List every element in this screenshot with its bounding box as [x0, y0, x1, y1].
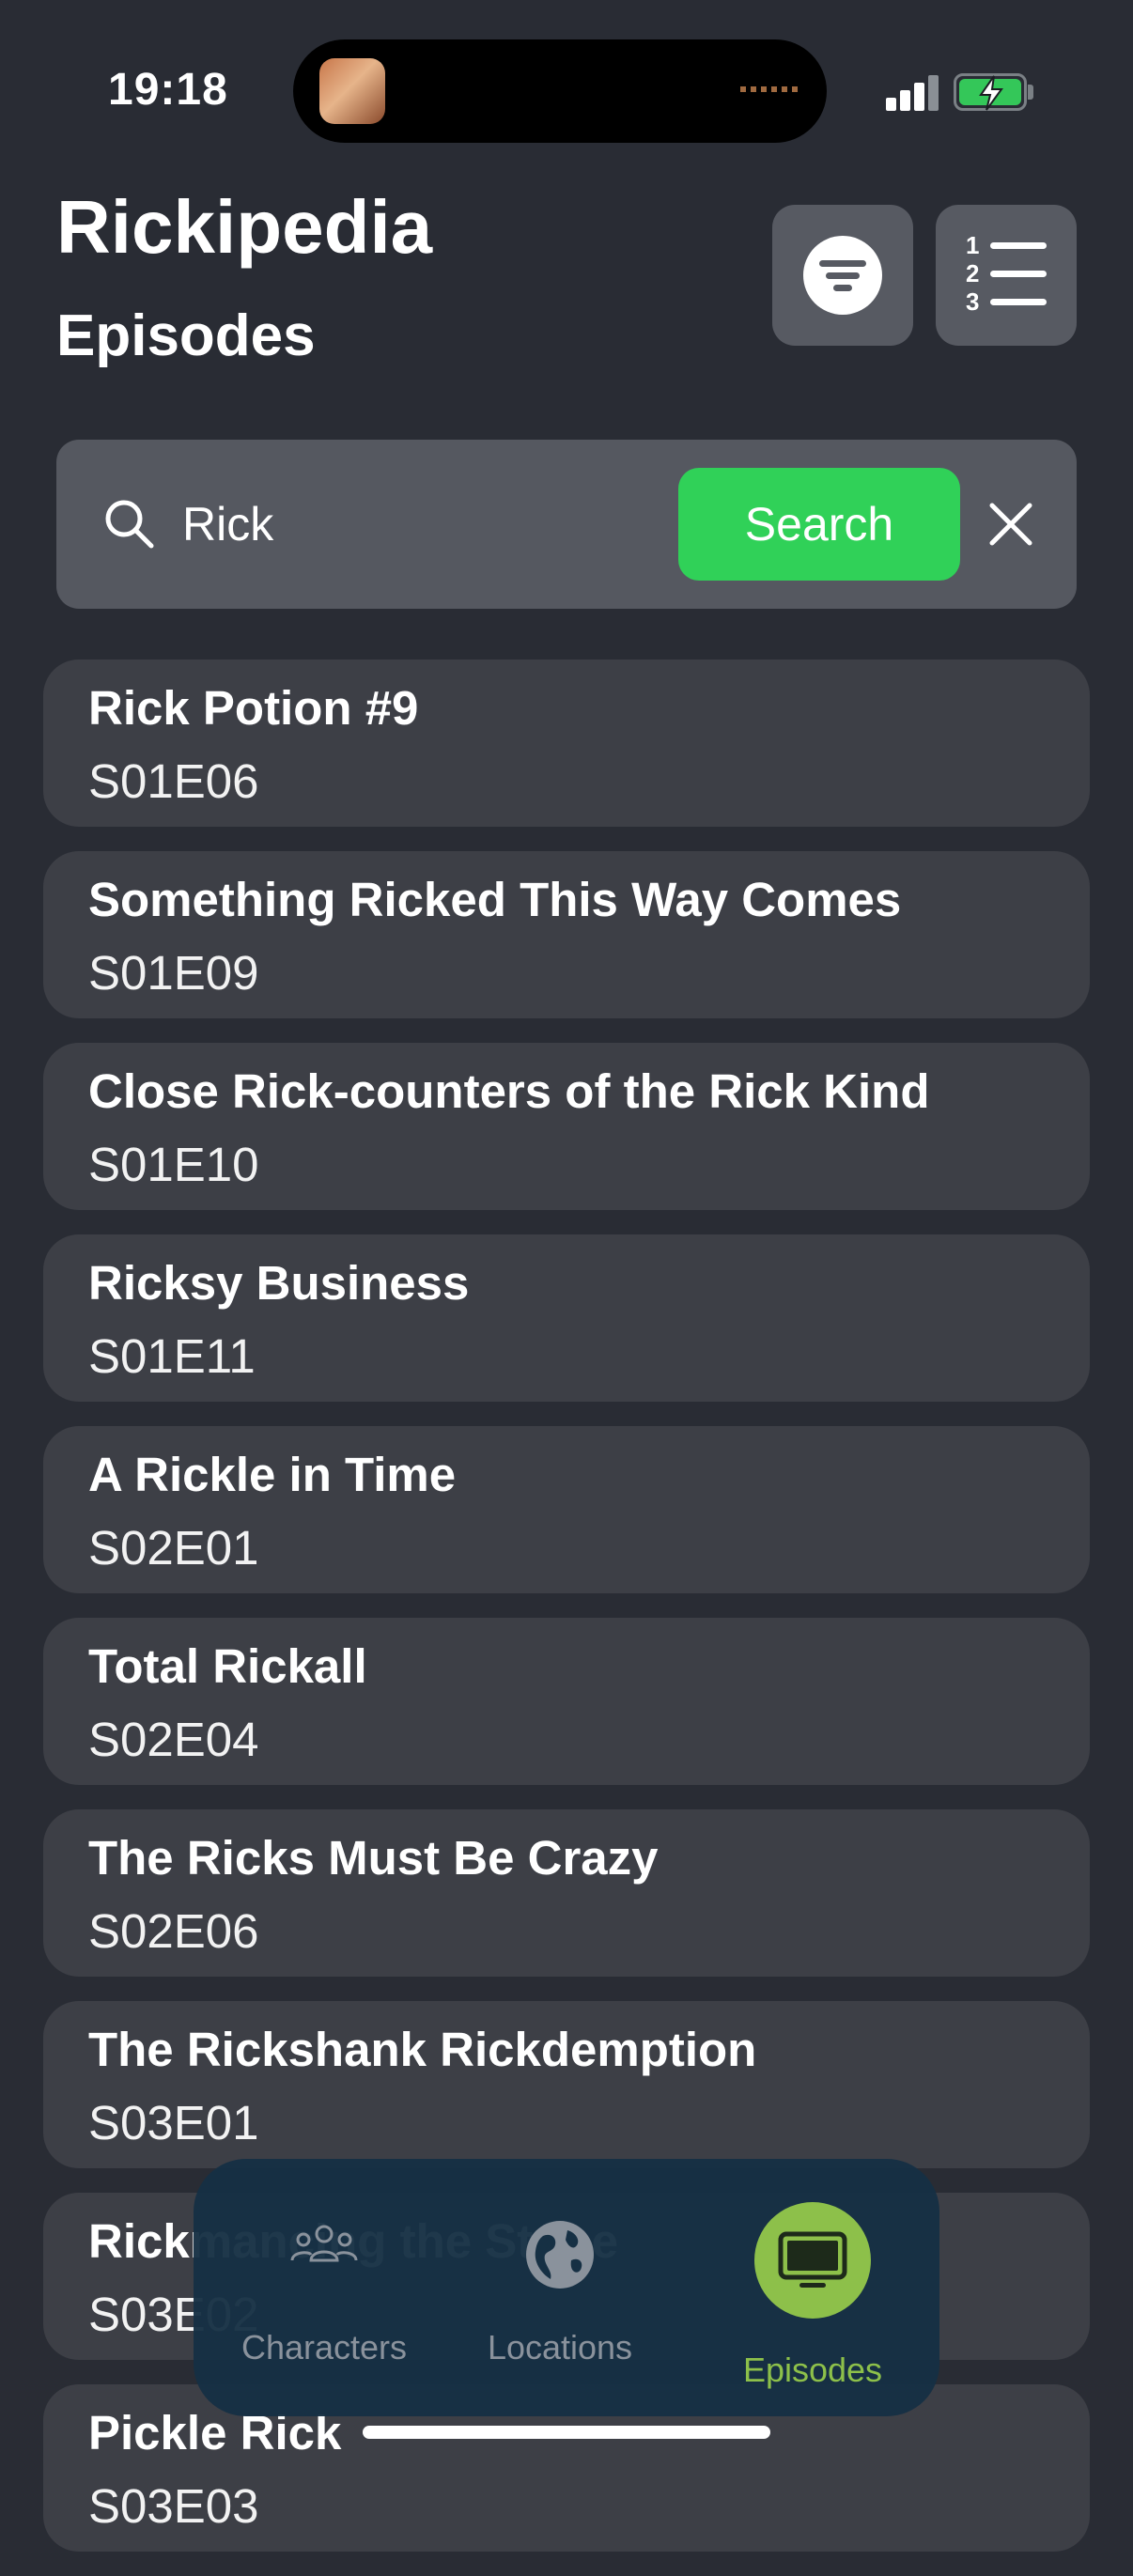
- episode-code: S01E10: [88, 1138, 259, 1191]
- episode-row[interactable]: Rick Potion #9 S01E06: [43, 660, 1090, 827]
- episode-code: S02E01: [88, 1521, 259, 1575]
- search-bar: Search: [56, 440, 1077, 609]
- filter-icon: [803, 236, 882, 315]
- island-activity-indicator: [740, 86, 799, 92]
- tab-characters-label: Characters: [241, 2328, 408, 2367]
- episode-row[interactable]: The Ricks Must Be Crazy S02E06: [43, 1809, 1090, 1977]
- battery-cap: [1028, 85, 1033, 100]
- numbered-list-icon: 1 2 3: [966, 231, 1047, 316]
- tab-locations[interactable]: Locations: [475, 2159, 644, 2416]
- filter-button[interactable]: [772, 205, 913, 346]
- app-title: Rickipedia: [56, 185, 433, 269]
- episode-name: A Rickle in Time: [88, 1448, 457, 1501]
- episode-name: Close Rick-counters of the Rick Kind: [88, 1064, 930, 1118]
- tab-locations-label: Locations: [487, 2328, 633, 2367]
- page-title: Episodes: [56, 303, 316, 368]
- episode-row[interactable]: Something Ricked This Way Comes S01E09: [43, 851, 1090, 1018]
- tab-episodes[interactable]: Episodes: [706, 2159, 919, 2416]
- episode-row[interactable]: Close Rick-counters of the Rick Kind S01…: [43, 1043, 1090, 1210]
- now-playing-thumbnail[interactable]: [319, 58, 385, 124]
- episode-name: Rick Potion #9: [88, 681, 419, 735]
- tab-episodes-label: Episodes: [742, 2351, 883, 2389]
- clear-search-icon[interactable]: [985, 498, 1037, 551]
- tv-icon: [778, 2231, 847, 2288]
- signal-icon: [886, 75, 940, 111]
- svg-text:2: 2: [966, 259, 979, 287]
- episode-name: The Ricks Must Be Crazy: [88, 1831, 659, 1885]
- active-tab-indicator: [754, 2202, 871, 2319]
- episode-code: S01E09: [88, 946, 259, 1000]
- episode-row[interactable]: Ricksy Business S01E11: [43, 1234, 1090, 1402]
- search-button[interactable]: Search: [678, 468, 960, 581]
- battery-icon: [954, 73, 1027, 111]
- svg-text:1: 1: [966, 231, 979, 259]
- globe-icon: [526, 2221, 594, 2289]
- episode-code: S02E04: [88, 1713, 259, 1766]
- episode-code: S03E03: [88, 2479, 259, 2533]
- episode-code: S02E06: [88, 1904, 259, 1958]
- status-time: 19:18: [108, 65, 228, 115]
- search-icon: [105, 500, 154, 549]
- episode-code: S03E01: [88, 2096, 259, 2149]
- tab-bar: Characters Locations Episodes: [194, 2159, 939, 2416]
- svg-text:3: 3: [966, 287, 979, 316]
- episode-name: Total Rickall: [88, 1639, 367, 1693]
- home-indicator[interactable]: [363, 2426, 770, 2439]
- episode-code: S01E06: [88, 754, 259, 808]
- episode-row[interactable]: Total Rickall S02E04: [43, 1618, 1090, 1785]
- episode-name: Something Ricked This Way Comes: [88, 873, 902, 926]
- episode-row[interactable]: A Rickle in Time S02E01: [43, 1426, 1090, 1593]
- dynamic-island: [293, 39, 827, 143]
- people-icon: [290, 2225, 358, 2262]
- episode-name: Ricksy Business: [88, 1256, 470, 1310]
- episode-code: S01E11: [88, 1329, 256, 1383]
- tab-characters[interactable]: Characters: [225, 2159, 423, 2416]
- search-input[interactable]: [182, 496, 708, 552]
- episode-name: The Rickshank Rickdemption: [88, 2023, 757, 2076]
- episode-row[interactable]: The Rickshank Rickdemption S03E01: [43, 2001, 1090, 2168]
- sort-button[interactable]: 1 2 3: [936, 205, 1077, 346]
